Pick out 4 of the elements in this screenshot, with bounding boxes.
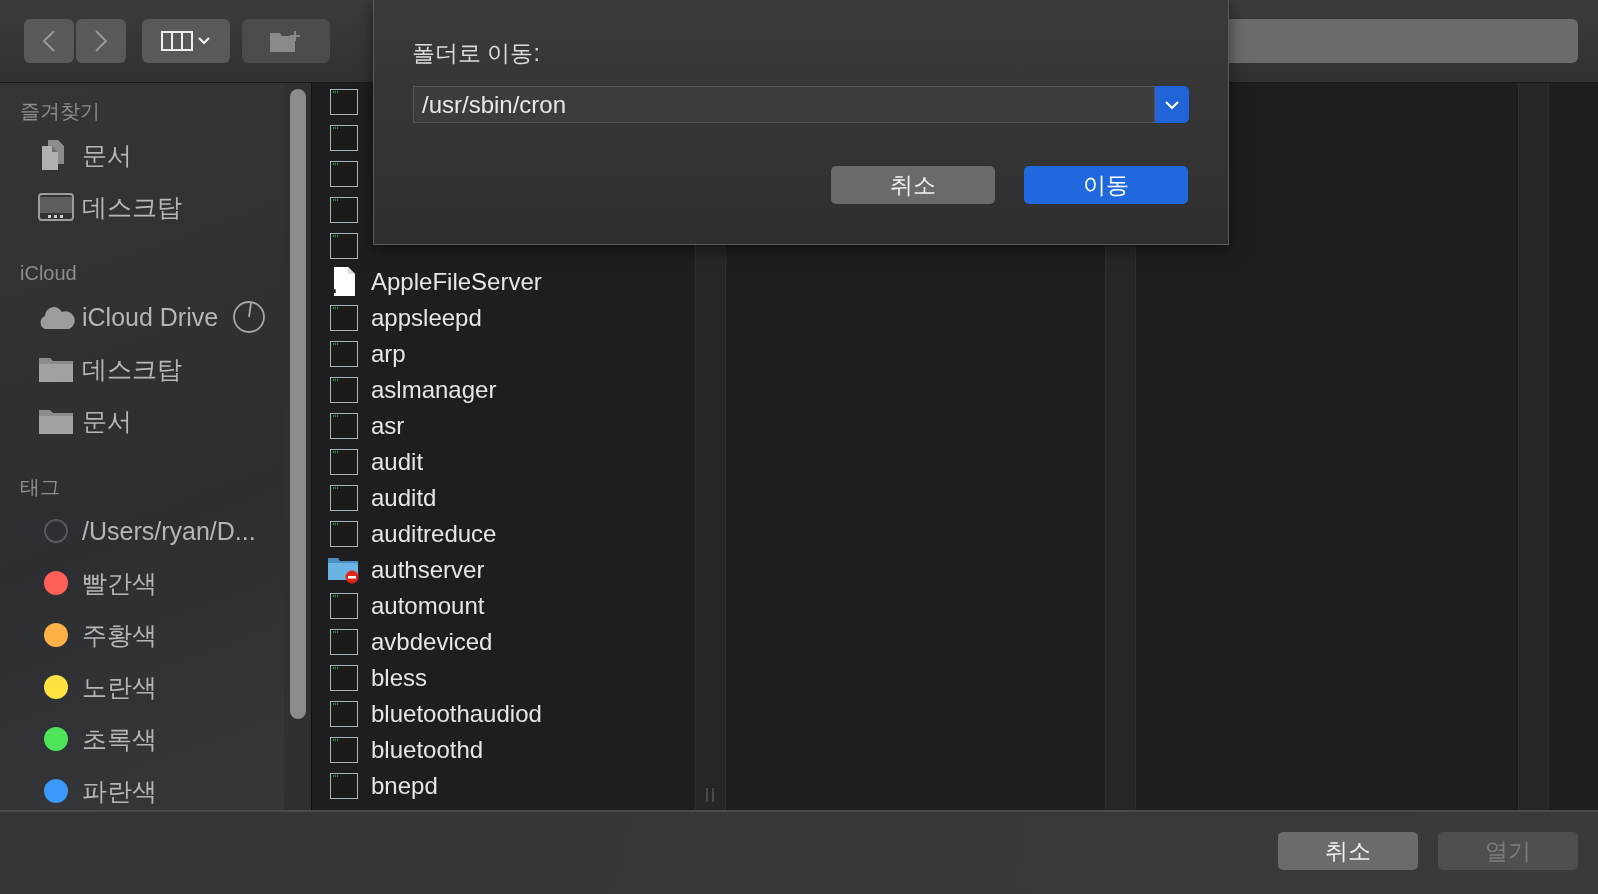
sidebar-heading: 즐겨찾기 bbox=[20, 98, 100, 124]
sidebar-heading: iCloud bbox=[20, 261, 77, 285]
sidebar-heading: 태그 bbox=[20, 474, 60, 500]
dialog-title: 폴더로 이동: bbox=[412, 39, 540, 68]
